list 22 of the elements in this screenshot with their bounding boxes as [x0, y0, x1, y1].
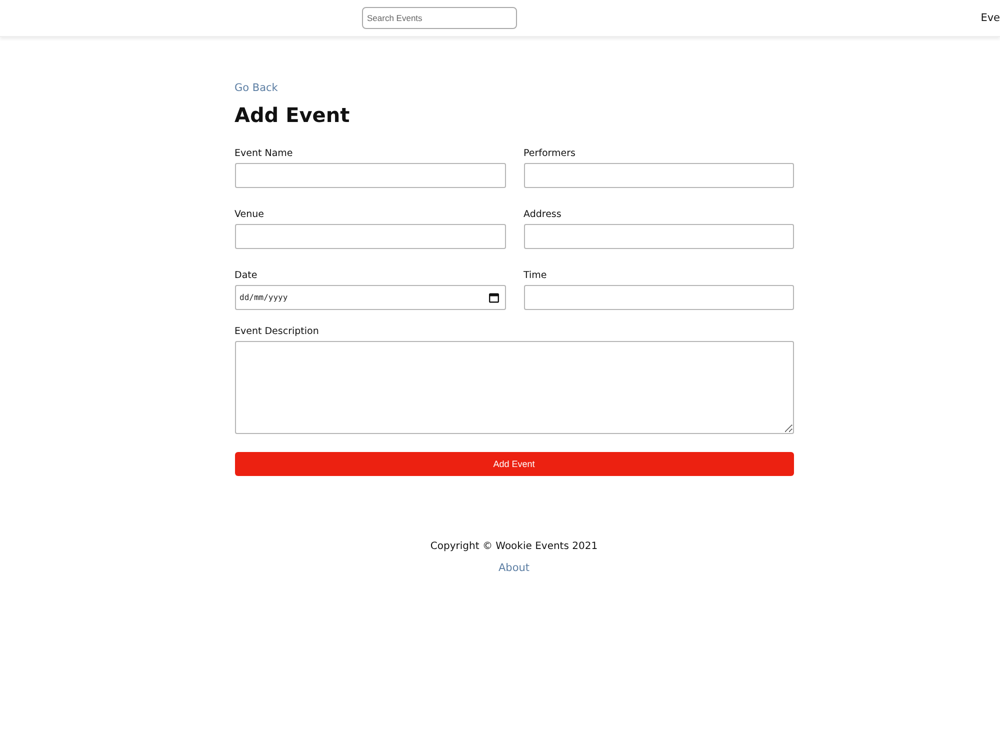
text-input[interactable] [524, 285, 794, 310]
search-field[interactable]: Search Events [362, 7, 517, 29]
nav-link[interactable]: Eve [980, 12, 1000, 24]
field-label: Event Description [234, 325, 319, 339]
text-input[interactable] [234, 163, 506, 188]
description-textarea[interactable] [234, 341, 794, 434]
field-label: Venue [234, 208, 264, 222]
go-back-link[interactable]: Go Back [234, 81, 278, 95]
text-input[interactable] [524, 163, 794, 188]
text-input[interactable] [234, 224, 506, 249]
field-label: Address [524, 208, 562, 222]
field-label: Performers [524, 147, 576, 161]
field-label: Date [234, 269, 258, 283]
copyright-text: Copyright © Wookie Events 2021 [430, 540, 598, 554]
calendar-icon[interactable] [488, 292, 498, 302]
text-input[interactable] [524, 224, 794, 249]
add-event-button[interactable]: Add Event [234, 452, 794, 476]
field-label: Event Name [234, 147, 293, 161]
date-input[interactable]: dd/mm/yyyy [234, 285, 506, 310]
page-title: Add Event [234, 103, 350, 127]
about-link[interactable]: About [498, 561, 530, 575]
field-label: Time [524, 269, 547, 283]
